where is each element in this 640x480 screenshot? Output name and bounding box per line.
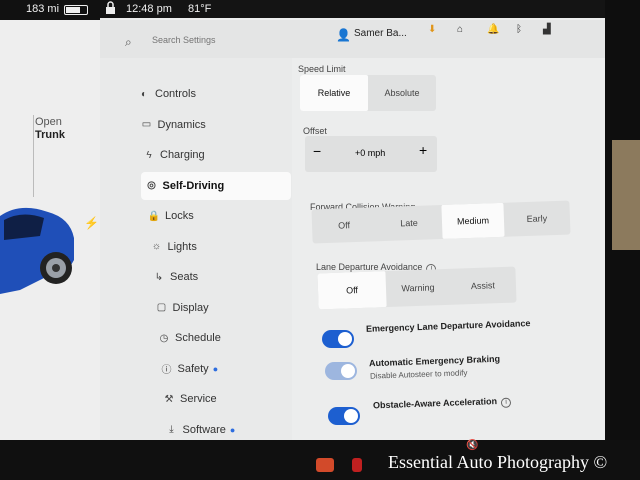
lda-selector: Off Warning Assist: [317, 266, 517, 310]
user-icon[interactable]: 👤: [336, 28, 351, 42]
sidebar-item-label: Dynamics: [157, 118, 206, 131]
bolt-icon: ϟ: [146, 149, 152, 161]
seat-icon: ↳: [154, 271, 164, 283]
fcw-off[interactable]: Off: [311, 207, 376, 243]
lda-warning[interactable]: Warning: [385, 269, 450, 307]
sidebar-item-service[interactable]: ⚒ Service: [158, 385, 308, 413]
status-bar: [100, 0, 605, 18]
update-dot: ●: [212, 363, 219, 374]
app-icon[interactable]: [316, 458, 334, 472]
sidebar-item-label: Locks: [165, 210, 194, 222]
sidebar-item-schedule[interactable]: ◷ Schedule: [153, 324, 303, 352]
display-icon: ▢: [156, 302, 167, 313]
sidebar-item-lights[interactable]: ☼ Lights: [146, 233, 296, 261]
background-wall: [612, 140, 640, 250]
touchscreen: 183 mi 12:48 pm 81°F Open Trunk ⚡ ⌕ 👤 Sa…: [0, 0, 605, 468]
obstacle-aware-acceleration-label: Obstacle-Aware Acceleration i: [372, 396, 512, 413]
fcw-medium[interactable]: Medium: [441, 202, 505, 239]
sidebar-item-display[interactable]: ▢ Display: [151, 294, 301, 322]
clock-icon: ◷: [159, 332, 169, 344]
speed-limit-selector: Relative Absolute: [300, 75, 436, 111]
update-dot: ●: [229, 424, 236, 435]
profile-name[interactable]: Samer Ba...: [354, 28, 407, 39]
sidebar-item-charging[interactable]: ϟ Charging: [138, 141, 288, 169]
offset-stepper: − +0 mph +: [305, 136, 437, 172]
speed-limit-label: Speed Limit: [298, 64, 346, 74]
lda-off[interactable]: Off: [317, 271, 387, 310]
download-icon: ⤓: [169, 424, 174, 435]
offset-label: Offset: [303, 126, 327, 136]
toggle-knob: [341, 364, 355, 378]
car-icon: ▭: [141, 119, 152, 130]
sidebar-item-dynamics[interactable]: ▭ Dynamics: [136, 111, 286, 139]
bell-icon[interactable]: 🔔: [487, 24, 499, 35]
battery-icon: [64, 5, 88, 15]
offset-decrease-button[interactable]: −: [313, 143, 321, 159]
sidebar-item-self-driving[interactable]: ◎ Self-Driving: [140, 171, 291, 200]
mute-icon[interactable]: 🔇: [466, 440, 478, 451]
watermark: Essential Auto Photography ©: [388, 452, 608, 472]
outside-temperature: 81°F: [188, 3, 212, 15]
lock-icon[interactable]: [104, 1, 117, 15]
sidebar-item-label: Schedule: [175, 332, 221, 344]
sidebar-item-controls[interactable]: ◐ Controls: [133, 80, 283, 108]
obstacle-aware-acceleration-text: Obstacle-Aware Acceleration: [372, 396, 498, 411]
sidebar-item-label: Lights: [167, 240, 197, 253]
range-readout: 183 mi: [26, 3, 60, 15]
automatic-emergency-braking-label: Automatic Emergency Braking: [368, 353, 501, 369]
info-icon[interactable]: i: [500, 397, 512, 408]
garage-icon[interactable]: ⌂: [457, 24, 463, 35]
download-icon[interactable]: ⬇: [428, 24, 436, 35]
signal-icon: ▟: [543, 24, 551, 35]
sidebar-item-label: Display: [172, 301, 209, 314]
lock-icon: 🔒: [147, 210, 161, 222]
toggle-knob: [338, 332, 352, 346]
info-icon: ⓘ: [161, 365, 172, 376]
steering-wheel-icon: ◎: [147, 180, 156, 191]
light-icon: ☼: [151, 241, 162, 252]
lda-assist[interactable]: Assist: [449, 267, 516, 305]
fcw-early[interactable]: Early: [503, 201, 570, 237]
sidebar-item-locks[interactable]: 🔒 Locks: [143, 202, 293, 230]
sidebar-item-label: Self-Driving: [162, 179, 225, 192]
offset-value: +0 mph: [355, 148, 386, 158]
speed-limit-absolute[interactable]: Absolute: [368, 75, 436, 111]
charging-bolt-icon: ⚡: [84, 216, 99, 230]
joystick-icon[interactable]: [352, 458, 362, 472]
emergency-lane-departure-toggle[interactable]: [322, 330, 354, 348]
trunk-open-label[interactable]: Open: [35, 116, 62, 129]
trunk-divider: [33, 115, 34, 197]
sidebar-item-label: Software: [182, 423, 226, 436]
sidebar-item-safety[interactable]: ⓘ Safety ●: [156, 355, 306, 383]
sidebar-item-label: Safety: [177, 362, 209, 375]
sidebar-item-label: Seats: [170, 271, 199, 283]
offset-increase-button[interactable]: +: [419, 142, 427, 158]
sidebar-item-seats[interactable]: ↳ Seats: [148, 263, 298, 291]
speed-limit-relative[interactable]: Relative: [300, 75, 368, 111]
sidebar-item-label: Controls: [155, 88, 196, 100]
search-input[interactable]: [150, 34, 264, 46]
trunk-label[interactable]: Trunk: [35, 129, 65, 141]
automatic-emergency-braking-toggle: [325, 362, 357, 380]
toggle-knob: [344, 409, 358, 423]
emergency-lane-departure-label: Emergency Lane Departure Avoidance: [365, 318, 531, 334]
sidebar-item-label: Charging: [160, 149, 205, 161]
fcw-late[interactable]: Late: [375, 205, 442, 241]
clock: 12:48 pm: [126, 3, 172, 15]
obstacle-aware-acceleration-toggle[interactable]: [328, 407, 360, 425]
wrench-icon: ⚒: [164, 393, 174, 405]
search-icon: ⌕: [125, 35, 132, 49]
bluetooth-icon[interactable]: ᛒ: [516, 24, 522, 35]
toggle-icon: ◐: [140, 88, 148, 100]
car-image: [0, 207, 74, 294]
sidebar-item-label: Service: [180, 393, 217, 405]
automatic-emergency-braking-sublabel: Disable Autosteer to modify: [369, 368, 468, 381]
